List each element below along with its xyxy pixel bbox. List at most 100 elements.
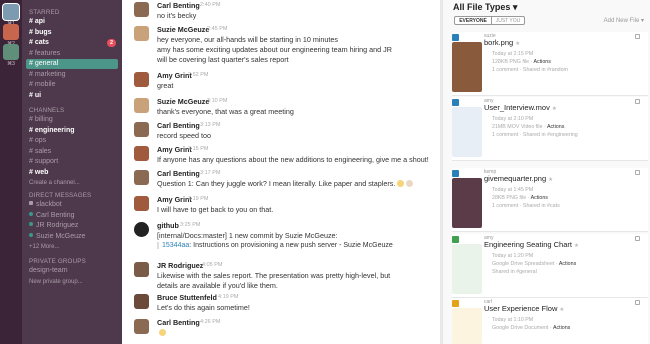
dm-item[interactable]: Carl Benting xyxy=(26,211,118,221)
message-author[interactable]: Carl Benting xyxy=(157,318,200,327)
file-item[interactable]: suzie bork.png ★ Today at 2:15 PM 128KB PNG … xyxy=(452,32,648,96)
actions-menu[interactable]: Actions xyxy=(547,124,564,130)
github-icon[interactable] xyxy=(134,222,149,237)
star-icon[interactable]: ★ xyxy=(574,243,579,249)
open-file-icon[interactable] xyxy=(635,170,640,175)
actions-menu[interactable]: Actions xyxy=(531,195,548,201)
actions-menu[interactable]: Actions xyxy=(553,325,570,331)
channel-item[interactable]: # support xyxy=(26,157,118,167)
channel-item[interactable]: # sales xyxy=(26,147,118,157)
message-author[interactable]: github xyxy=(157,221,179,230)
message-timestamp[interactable]: 4:19 PM xyxy=(218,294,238,300)
avatar[interactable] xyxy=(134,294,149,309)
file-item[interactable]: amy User_Interview.mov ★ Today at 2:10 PM 21… xyxy=(452,97,648,161)
file-item[interactable]: amy Engineering Seating Chart ★ Today at 1:… xyxy=(452,234,648,298)
dm-item[interactable]: slackbot xyxy=(26,200,118,210)
star-icon[interactable]: ★ xyxy=(515,41,520,47)
message-author[interactable]: Amy Grint xyxy=(157,145,192,154)
dm-item[interactable]: Suzie McGeuze xyxy=(26,232,118,242)
channel-item[interactable]: # cats 2 xyxy=(26,38,118,48)
channel-item[interactable]: # general xyxy=(26,59,118,69)
message-timestamp[interactable]: 2:45 PM xyxy=(207,26,227,32)
message-author[interactable]: Amy Grint xyxy=(157,71,192,80)
channel-item[interactable]: # marketing xyxy=(26,70,118,80)
dm-item[interactable]: JR Rodriguez xyxy=(26,221,118,231)
avatar[interactable] xyxy=(134,146,149,161)
message-author[interactable]: Amy Grint xyxy=(157,195,192,204)
file-item[interactable]: kemp givemequarter.png ★ Today at 1:45 PM 28… xyxy=(452,168,648,232)
channel-item[interactable]: # web xyxy=(26,168,118,178)
message-timestamp[interactable]: 3:25 PM xyxy=(180,222,200,228)
actions-menu[interactable]: Actions xyxy=(559,261,576,267)
message-author[interactable]: JR Rodriguez xyxy=(157,261,203,270)
sidebar: STARRED # api # bugs # cats 2 # features # gen… xyxy=(22,0,122,344)
channel-item[interactable]: # ops xyxy=(26,136,118,146)
avatar[interactable] xyxy=(134,72,149,87)
team-button[interactable] xyxy=(3,4,19,20)
avatar[interactable] xyxy=(134,170,149,185)
channel-item[interactable]: # features xyxy=(26,49,118,59)
channel-item[interactable]: # bugs xyxy=(26,28,118,38)
filter-everyone-button[interactable]: EVERYONE xyxy=(454,16,492,25)
channel-item[interactable]: # engineering xyxy=(26,126,118,136)
file-name[interactable]: User_Interview.mov ★ xyxy=(484,103,557,112)
file-type-dropdown[interactable]: All File Types ▾ xyxy=(453,2,517,13)
team-button[interactable] xyxy=(3,44,19,60)
message-author[interactable]: Carl Benting xyxy=(157,1,200,10)
avatar[interactable] xyxy=(134,26,149,41)
group-item[interactable]: design-team xyxy=(26,266,118,276)
file-name[interactable]: givemequarter.png ★ xyxy=(484,174,553,183)
file-thumbnail[interactable] xyxy=(452,308,482,344)
commit-link[interactable]: 15344aa xyxy=(162,242,189,249)
channel-item[interactable]: # mobile xyxy=(26,80,118,90)
message-author[interactable]: Carl Benting xyxy=(157,121,200,130)
avatar[interactable] xyxy=(134,98,149,113)
avatar[interactable] xyxy=(134,122,149,137)
message-timestamp[interactable]: 3:15 PM xyxy=(188,146,208,152)
open-file-icon[interactable] xyxy=(635,300,640,305)
file-name[interactable]: bork.png ★ xyxy=(484,38,520,47)
message-timestamp[interactable]: 3:13 PM xyxy=(200,122,220,128)
message-timestamp[interactable]: 2:40 PM xyxy=(200,2,220,8)
open-file-icon[interactable] xyxy=(635,236,640,241)
star-icon[interactable]: ★ xyxy=(548,177,553,183)
avatar[interactable] xyxy=(134,262,149,277)
message-timestamp[interactable]: 3:10 PM xyxy=(207,98,227,104)
star-icon[interactable]: ★ xyxy=(552,106,557,112)
more-dms-link[interactable]: +12 More... xyxy=(26,242,118,252)
message-timestamp[interactable]: 2:52 PM xyxy=(188,72,208,78)
message: Carl Benting 4:26 PM xyxy=(122,318,440,342)
file-name[interactable]: User Experience Flow ★ xyxy=(484,304,564,313)
new-private-group-link[interactable]: New private group... xyxy=(26,277,118,287)
channel-item[interactable]: # ui xyxy=(26,91,118,101)
avatar[interactable] xyxy=(134,196,149,211)
add-new-file-button[interactable]: Add New File ▾ xyxy=(604,17,644,24)
message-author[interactable]: Bruce Stuttenfeld xyxy=(157,293,217,302)
file-thumbnail[interactable] xyxy=(452,244,482,294)
message-text: Question 1: Can they juggle work? I mean… xyxy=(157,179,414,188)
open-file-icon[interactable] xyxy=(635,99,640,104)
star-icon[interactable]: ★ xyxy=(559,307,564,313)
file-thumbnail[interactable] xyxy=(452,42,482,92)
file-name[interactable]: Engineering Seating Chart ★ xyxy=(484,240,579,249)
file-thumbnail[interactable] xyxy=(452,107,482,157)
avatar[interactable] xyxy=(134,2,149,17)
channel-item[interactable]: # api xyxy=(26,17,118,27)
open-file-icon[interactable] xyxy=(635,34,640,39)
message-author[interactable]: Suzie McGeuze xyxy=(157,97,209,106)
message-timestamp[interactable]: 4:26 PM xyxy=(200,319,220,325)
message-timestamp[interactable]: 3:19 PM xyxy=(188,196,208,202)
message-timestamp[interactable]: 4:05 PM xyxy=(202,262,222,268)
message-text: amy has some exciting updates about our … xyxy=(157,45,392,54)
file-item[interactable]: carl User Experience Flow ★ Today at 1:10 P… xyxy=(452,298,648,344)
message-timestamp[interactable]: 3:17 PM xyxy=(200,170,220,176)
message-author[interactable]: Carl Benting xyxy=(157,169,200,178)
channel-item[interactable]: # billing xyxy=(26,115,118,125)
create-channel-link[interactable]: Create a channel... xyxy=(26,178,118,188)
message-author[interactable]: Suzie McGeuze xyxy=(157,25,209,34)
actions-menu[interactable]: Actions xyxy=(534,59,551,65)
filter-just-you-button[interactable]: JUST YOU xyxy=(492,16,525,25)
file-thumbnail[interactable] xyxy=(452,178,482,228)
team-button[interactable] xyxy=(3,24,19,40)
avatar[interactable] xyxy=(134,319,149,334)
